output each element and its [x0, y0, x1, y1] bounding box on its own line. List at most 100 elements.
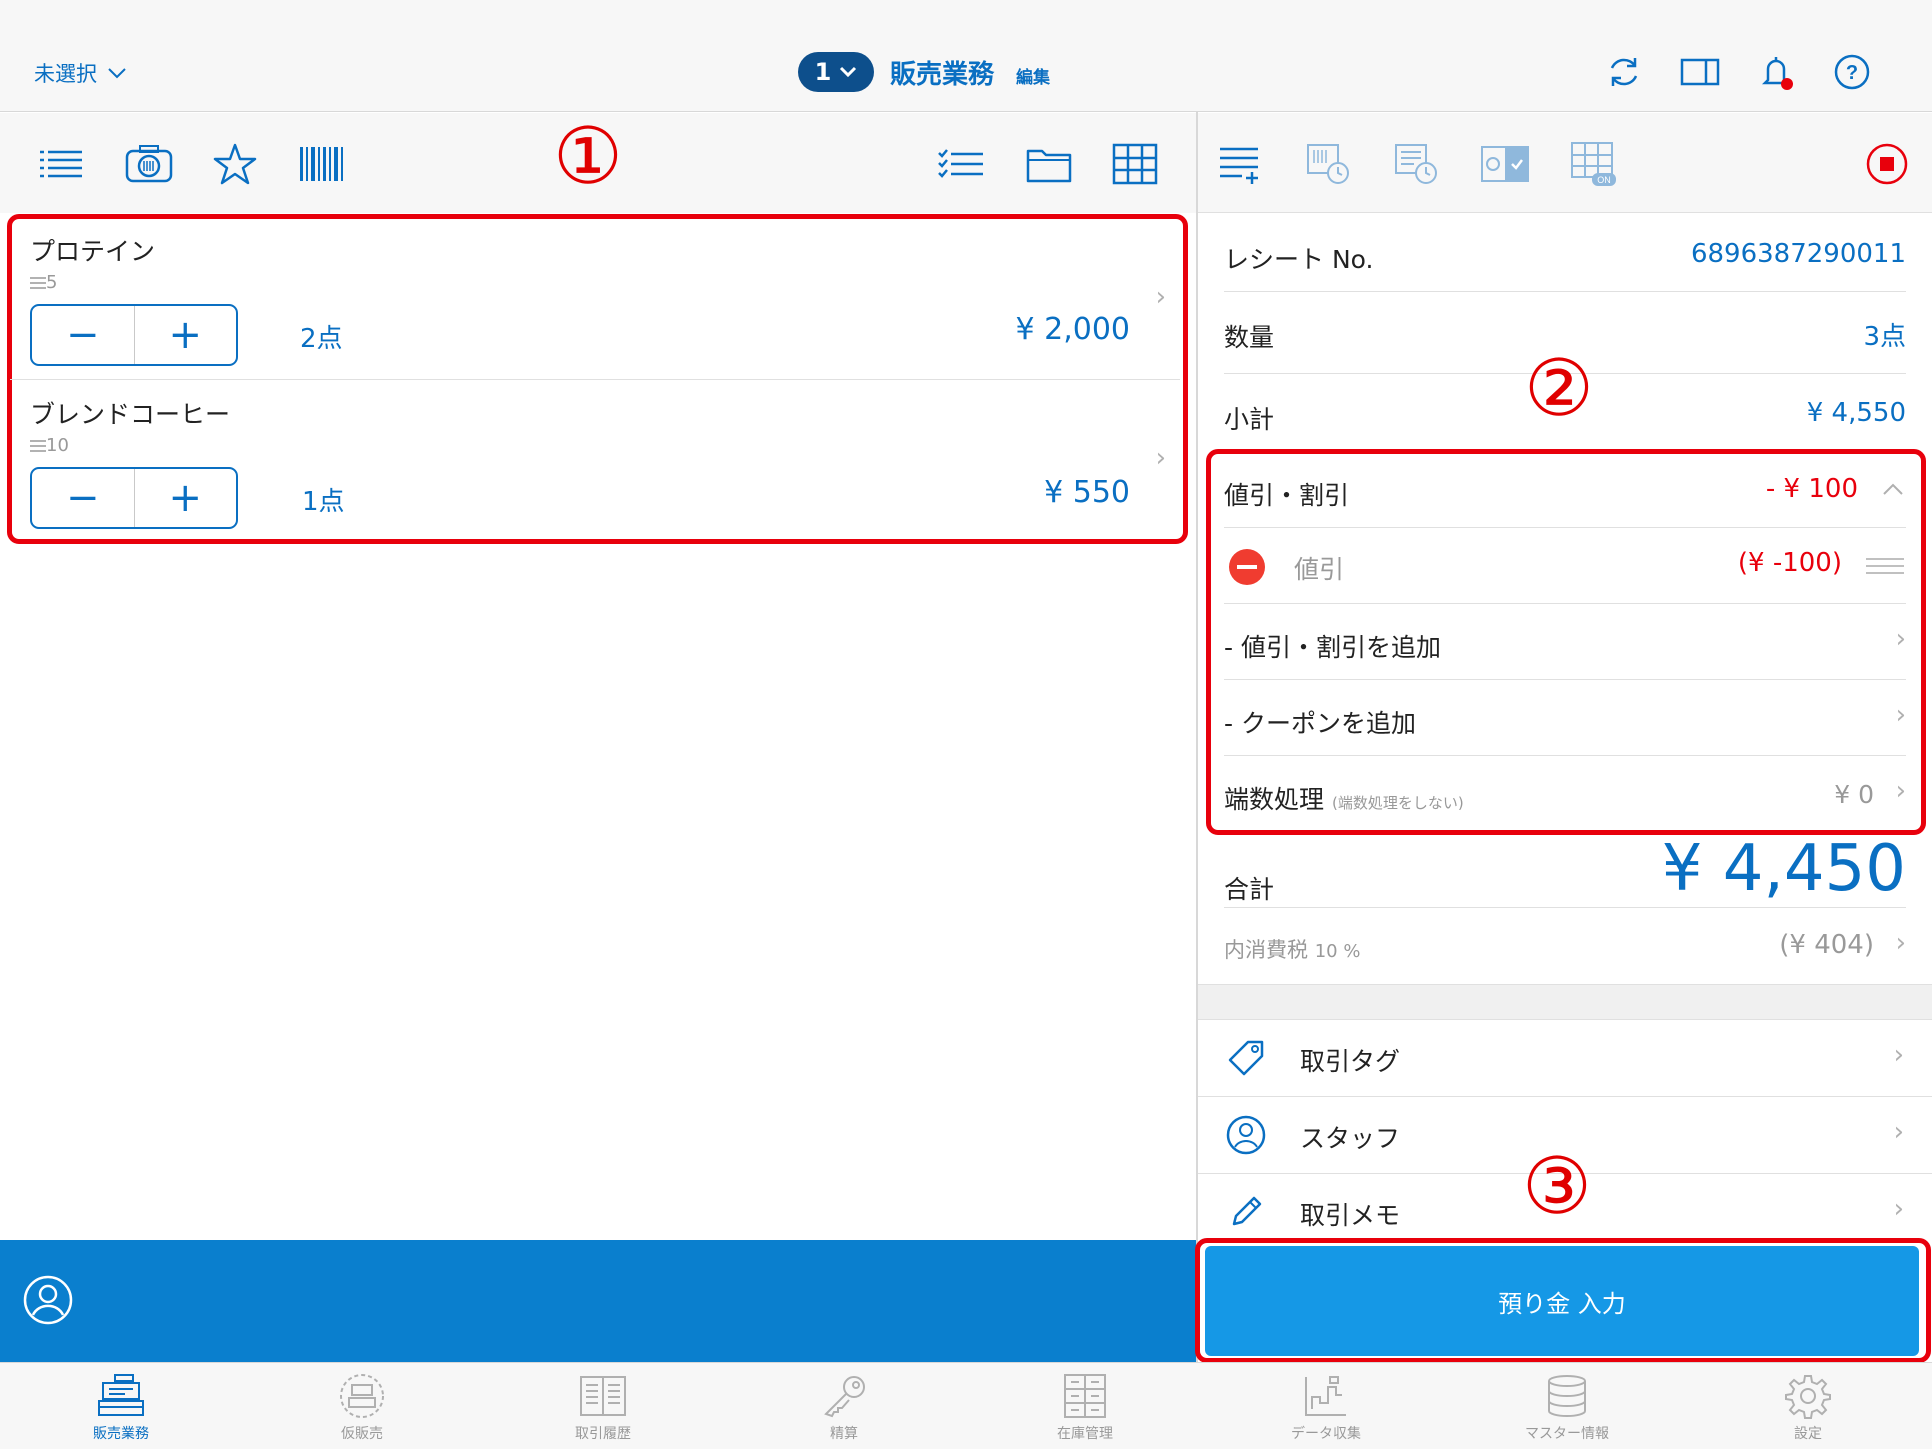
split-view-icon[interactable]	[1680, 52, 1720, 92]
quantity-value: 3点	[1863, 322, 1906, 352]
receipt-value: 6896387290011	[1690, 239, 1906, 269]
database-icon	[1548, 1375, 1586, 1417]
remove-icon[interactable]	[1228, 548, 1266, 586]
list-icon[interactable]	[36, 141, 86, 187]
item-stock: 10	[30, 435, 69, 456]
increment-button[interactable]: +	[135, 306, 237, 364]
gear-icon	[1785, 1375, 1831, 1419]
key-icon	[824, 1376, 865, 1418]
cart-item[interactable]: ブレンドコーヒー 10 − + 1点 ¥ 550 ›	[10, 381, 1180, 537]
grid-icon[interactable]	[1110, 141, 1160, 187]
subtotal-label: 小計	[1224, 405, 1275, 434]
chevron-right-icon: ›	[1895, 776, 1906, 806]
decrement-button[interactable]: −	[32, 306, 135, 364]
annotation-1: ①	[553, 112, 623, 202]
data-collection-icon	[1305, 1376, 1346, 1416]
barcode-history-icon[interactable]	[1304, 141, 1354, 187]
help-icon[interactable]: ?	[1832, 52, 1872, 92]
checklist-icon[interactable]	[936, 141, 986, 187]
tax-rate: 10 %	[1314, 941, 1361, 962]
tab-label: 販売業務	[93, 1426, 149, 1442]
rounding-row[interactable]: 端数処理 (端数処理をしない) ¥ 0 ›	[1224, 756, 1906, 828]
bell-icon[interactable]	[1756, 52, 1796, 92]
chevron-right-icon: ›	[1893, 1194, 1904, 1224]
tab-master-info[interactable]: マスター情報	[1487, 1373, 1647, 1443]
tab-transaction-history[interactable]: 取引履歴	[523, 1373, 683, 1443]
stop-record-icon[interactable]	[1862, 141, 1912, 187]
tab-label: 取引履歴	[575, 1426, 631, 1442]
chevron-right-icon: ›	[1893, 1040, 1904, 1070]
store-label: 未選択	[34, 62, 97, 86]
transaction-tag-label: 取引タグ	[1300, 1047, 1401, 1076]
tax-row[interactable]: 内消費税 10 % (¥ 404) ›	[1224, 908, 1906, 984]
tax-label: 内消費税	[1224, 938, 1308, 962]
tab-settlement[interactable]: 精算	[764, 1373, 924, 1443]
quantity-stepper: − +	[30, 467, 238, 529]
item-quantity: 2点	[300, 324, 343, 354]
item-name: ブレンドコーヒー	[30, 400, 231, 429]
tab-data-collection[interactable]: データ収集	[1246, 1373, 1406, 1443]
customer-bar	[0, 1240, 1196, 1362]
tab-sales[interactable]: 販売業務	[41, 1373, 201, 1443]
transaction-tag-row[interactable]: 取引タグ ›	[1198, 1020, 1932, 1097]
camera-scan-icon[interactable]	[124, 141, 174, 187]
customer-icon[interactable]	[22, 1274, 74, 1326]
tab-label: マスター情報	[1525, 1426, 1609, 1442]
tag-icon	[1228, 1040, 1264, 1076]
increment-button[interactable]: +	[135, 469, 237, 527]
staff-label: スタッフ	[1300, 1124, 1401, 1153]
add-discount-row[interactable]: - 値引・割引を追加 ›	[1224, 604, 1906, 680]
chevron-right-icon: ›	[1155, 443, 1166, 473]
tab-label: 設定	[1794, 1426, 1822, 1442]
folder-icon[interactable]	[1024, 141, 1074, 187]
svg-text:ON: ON	[1597, 175, 1611, 185]
page-title: 販売業務	[890, 59, 995, 90]
register-selector[interactable]: 1	[798, 52, 874, 92]
quantity-stepper: − +	[30, 304, 238, 366]
item-quantity: 1点	[302, 487, 345, 517]
rounding-note: (端数処理をしない)	[1331, 794, 1464, 812]
annotation-3: ③	[1522, 1142, 1592, 1232]
tab-settings[interactable]: 設定	[1728, 1373, 1888, 1443]
chevron-up-icon[interactable]	[1882, 482, 1904, 496]
deposit-input-button[interactable]: 預り金 入力	[1205, 1246, 1919, 1356]
memo-label: 取引メモ	[1300, 1201, 1401, 1230]
tab-label: 在庫管理	[1057, 1426, 1113, 1442]
grid-on-icon[interactable]: ON	[1568, 141, 1618, 187]
quantity-label: 数量	[1224, 323, 1275, 352]
store-selector[interactable]: 未選択	[34, 58, 127, 88]
add-coupon-label: - クーポンを追加	[1224, 709, 1416, 738]
edit-button[interactable]: 編集	[1016, 63, 1050, 88]
sync-icon[interactable]	[1604, 52, 1644, 92]
barcode-icon[interactable]	[296, 141, 346, 187]
cabinet-icon	[1064, 1374, 1106, 1418]
decrement-button[interactable]: −	[32, 469, 135, 527]
discount-item-value: (¥ -100)	[1737, 548, 1842, 578]
total-row: 合計 ¥ 4,450	[1224, 832, 1906, 908]
tab-inventory[interactable]: 在庫管理	[1005, 1373, 1165, 1443]
item-price: ¥ 550	[1044, 475, 1130, 510]
annotation-2: ②	[1524, 344, 1594, 434]
tab-provisional-sales[interactable]: 仮販売	[282, 1373, 442, 1443]
cart-item[interactable]: プロテイン 5 − + 2点 ¥ 2,000 ›	[10, 222, 1180, 380]
stock-icon	[30, 440, 46, 452]
chevron-right-icon: ›	[1893, 1117, 1904, 1147]
tab-label: 精算	[830, 1426, 858, 1442]
add-coupon-row[interactable]: - クーポンを追加 ›	[1224, 680, 1906, 756]
item-price: ¥ 2,000	[1015, 312, 1130, 347]
stock-icon	[30, 277, 46, 289]
chevron-right-icon: ›	[1895, 928, 1906, 958]
discount-item-label: 値引	[1294, 555, 1345, 584]
star-icon[interactable]	[210, 141, 260, 187]
list-history-icon[interactable]	[1392, 141, 1442, 187]
top-bar: 未選択 1 販売業務 編集 ?	[0, 0, 1932, 112]
svg-text:?: ?	[1846, 62, 1858, 84]
total-value: ¥ 4,450	[1661, 832, 1906, 906]
chevron-down-icon	[840, 66, 857, 78]
drag-handle-icon[interactable]	[1866, 556, 1904, 576]
discount-row[interactable]: 値引・割引 - ¥ 100	[1224, 456, 1906, 528]
add-list-icon[interactable]	[1216, 141, 1266, 187]
total-label: 合計	[1224, 875, 1275, 904]
toggle-check-icon[interactable]	[1480, 141, 1530, 187]
add-discount-label: - 値引・割引を追加	[1224, 633, 1441, 662]
